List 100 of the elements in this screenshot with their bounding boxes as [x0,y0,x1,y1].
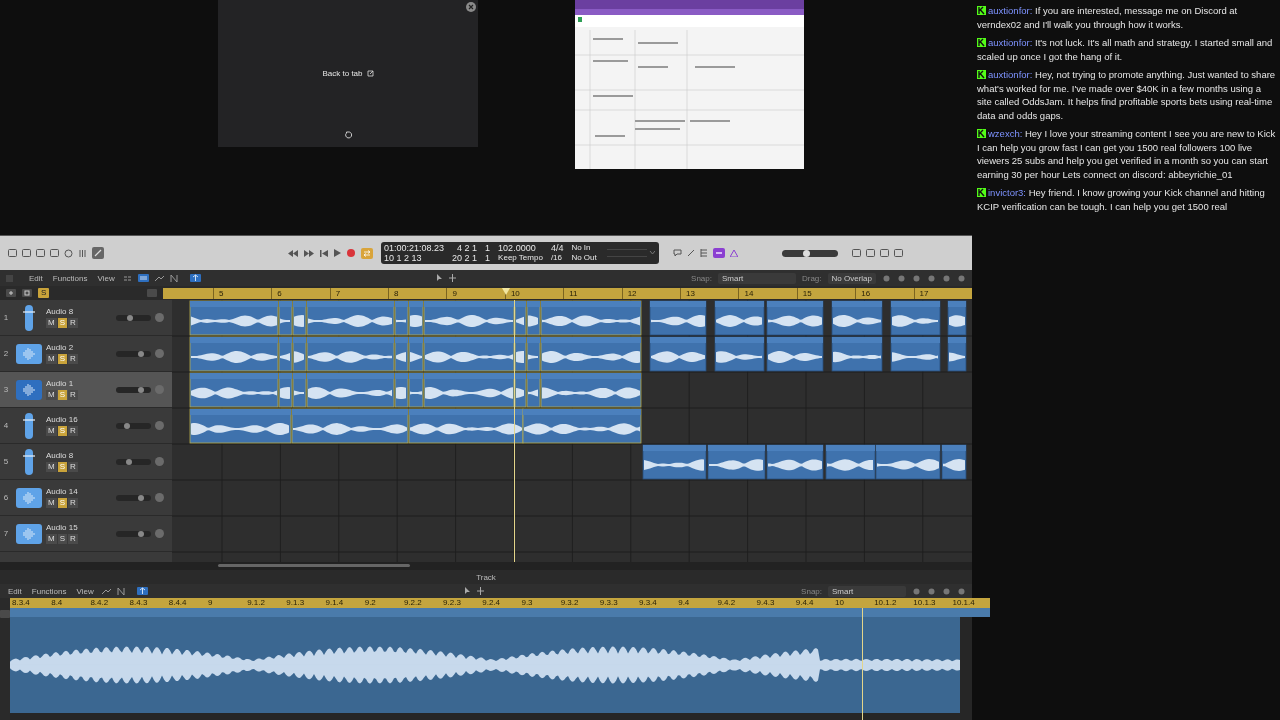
division-value: 1 [485,253,491,263]
mute-button[interactable]: M [46,498,57,508]
skip-back-icon[interactable] [320,249,328,257]
record-enable-button[interactable]: R [68,426,78,436]
record-enable-button[interactable]: R [68,534,78,544]
mixer-icon[interactable] [78,248,87,258]
track-number: 1 [2,313,10,322]
volume-thumb[interactable] [138,494,145,501]
track-name: Audio 2 [46,343,75,352]
pencil-icon[interactable] [92,247,104,259]
chat-username[interactable]: auxtionfor: [988,69,1033,80]
volume-thumb[interactable] [138,350,145,357]
volume-thumb[interactable] [803,249,811,257]
chat-message: invictor3: Hey friend. I know growing your Kick channel and hitting KCIP verification can be tough. I can help you get 1500 real [977,186,1266,213]
tempo-mode: Keep Tempo [498,253,543,263]
fast-forward-icon[interactable] [304,249,314,257]
volume-slider[interactable] [116,386,151,393]
chat-username[interactable]: wzexch: [988,128,1023,139]
record-enable-button[interactable]: R [68,354,78,364]
pointer-tool-icon[interactable] [477,587,485,595]
plugin-icon[interactable] [712,248,725,258]
track-header[interactable]: 7 Audio 15 M S R [0,516,172,552]
record-enable-button[interactable]: R [68,498,78,508]
beat-number: 9.3.4 [638,598,658,608]
record-enable-button[interactable]: R [68,462,78,472]
volume-slider[interactable] [116,350,151,357]
automation-icon[interactable] [154,274,164,282]
menu-button[interactable]: Functions [50,273,90,283]
close-button[interactable] [466,2,476,12]
chat-username[interactable]: auxtionfor: [988,37,1033,48]
track-header[interactable]: 4 Audio 16 M S R [0,408,172,444]
pointer-tool-icon[interactable] [435,274,443,282]
volume-thumb[interactable] [127,314,133,321]
add-track-icon[interactable] [6,289,16,297]
menu-button[interactable]: Functions [29,586,69,596]
mute-button[interactable]: M [46,354,57,364]
kick-badge-icon [977,129,986,138]
pointer-tool-icon[interactable] [448,274,456,282]
play-icon[interactable] [334,249,341,257]
volume-slider[interactable] [116,458,151,465]
horizontal-scrollbar[interactable] [218,564,410,567]
record-icon[interactable] [347,249,355,257]
snap-dropdown[interactable]: Smart [717,272,796,284]
solo-button[interactable]: S [57,534,67,544]
chat-message: auxtionfor: It's not luck. It's all math and strategy. I started small and scaled up once I got the hang of it. [977,36,1274,63]
pencil-icon[interactable] [686,249,695,257]
reload-icon[interactable] [344,131,352,139]
drag-dropdown[interactable]: No Overlap [827,272,876,284]
chat-username[interactable]: invictor3: [988,187,1026,198]
mute-button[interactable]: M [46,426,57,436]
mute-button[interactable]: M [46,318,57,328]
track-header[interactable]: 1 Audio 8 M S R [0,300,172,336]
global-solo-button[interactable]: S [38,288,50,298]
speech-bubble-icon[interactable] [672,249,682,257]
track-header[interactable]: 3 Audio 1 M S R [0,372,172,408]
mute-button[interactable]: M [46,462,57,472]
track-header[interactable]: 5 Audio 8 M S R [0,444,172,480]
volume-slider[interactable] [116,314,151,321]
volume-thumb[interactable] [138,530,145,537]
beat-number: 8.4.3 [128,598,149,608]
chat-username[interactable]: auxtionfor: [988,5,1033,16]
volume-thumb[interactable] [138,386,145,393]
chat-message: auxtionfor: If you are interested, message me on Discord at verndex02 and I'll walk you through how it works. [977,4,1239,31]
list-view-icon[interactable] [137,274,149,282]
external-link-icon[interactable] [366,70,374,77]
record-enable-button[interactable]: R [68,318,78,328]
duplicate-icon[interactable] [22,289,32,297]
beat-number: 9.4 [677,598,691,608]
volume-thumb[interactable] [124,422,131,429]
pointer-tool-icon[interactable] [464,587,472,595]
division-value: 1 [485,243,491,253]
beat-number: 9.3 [520,598,534,608]
master-volume-slider[interactable] [781,249,838,257]
grid-view-icon[interactable] [122,274,132,282]
timeline-ruler[interactable]: 8.3.4 8.4 8.4.2 8.4.3 8.4.4 9 9.1.2 9.1.3 9.1.4 9.2 9.2.2 9.2.3 9.2.4 9.3 9.3.2 9.3.3 9.3.4 9.4 9.4.2 9.4.3 9.4.4 10 10.1.2 10.1.3 10.1.4 [10,598,990,608]
back-to-tab-link[interactable]: Back to tab [322,69,374,78]
volume-slider[interactable] [116,530,151,537]
snap-dropdown[interactable]: Smart [828,585,906,597]
timeline-ruler[interactable]: 5 6 7 8 9 10 11 12 13 14 15 16 17 [162,287,972,299]
mute-button[interactable]: M [46,534,57,544]
beat-number: 10.1.2 [873,598,898,608]
menu-button[interactable]: Edit [6,586,24,596]
volume-thumb[interactable] [126,458,133,465]
mute-button[interactable]: M [46,390,57,400]
list-icon[interactable] [699,249,708,257]
record-enable-button[interactable]: R [68,390,78,400]
track-header[interactable]: 6 Audio 14 M S R [0,480,172,516]
menu-button[interactable]: View [74,586,96,596]
track-number: 6 [2,493,10,502]
beat-number: 8.4.4 [167,598,188,608]
volume-slider[interactable] [116,422,151,429]
waveform-icon [16,343,42,364]
menu-button[interactable]: View [95,273,117,283]
menu-button[interactable]: Edit [27,273,45,283]
bar-number: 15 [796,287,856,299]
automation-icon[interactable] [101,587,111,595]
volume-slider[interactable] [116,494,151,501]
rewind-icon[interactable] [288,249,298,257]
beat-number: 9.1.2 [246,598,266,608]
track-name: Audio 8 [46,451,75,460]
